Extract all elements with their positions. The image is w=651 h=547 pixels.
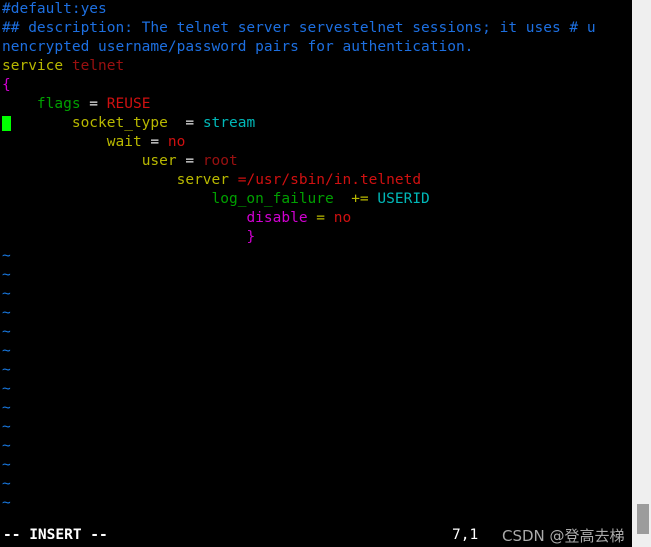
- scrollbar-thumb[interactable]: [637, 504, 649, 534]
- tilde-icon: ~: [2, 286, 11, 302]
- tilde-icon: ~: [2, 438, 11, 454]
- terminal-window[interactable]: #default:yes ## description: The telnet s…: [0, 0, 632, 547]
- tilde-icon: ~: [2, 457, 11, 473]
- code-token: nencrypted username/password pairs for a…: [2, 39, 474, 55]
- code-token: log_on_failure: [211, 191, 334, 207]
- empty-line-marker: ~: [0, 380, 632, 399]
- editor-line[interactable]: nencrypted username/password pairs for a…: [0, 38, 632, 57]
- code-token: =: [80, 96, 107, 112]
- empty-line-marker: ~: [0, 494, 632, 513]
- vim-mode-indicator: -- INSERT --: [3, 527, 108, 543]
- editor-line[interactable]: wait = no: [0, 133, 632, 152]
- empty-line-marker: ~: [0, 437, 632, 456]
- empty-line-marker: ~: [0, 247, 632, 266]
- tilde-icon: ~: [2, 267, 11, 283]
- code-token: wait: [106, 134, 142, 150]
- csdn-watermark: CSDN @登高去梯: [502, 527, 625, 545]
- vim-status-line: -- INSERT -- 7,1 CSDN @登高去梯: [0, 523, 632, 547]
- editor-line[interactable]: log_on_failure += USERID: [0, 190, 632, 209]
- editor-line[interactable]: #default:yes: [0, 0, 632, 19]
- tilde-icon: ~: [2, 343, 11, 359]
- editor-line[interactable]: socket_type = stream: [0, 114, 632, 133]
- editor-line[interactable]: disable = no: [0, 209, 632, 228]
- tilde-icon: ~: [2, 476, 11, 492]
- code-token: {: [2, 77, 11, 93]
- cursor-position-indicator: 7,1: [452, 527, 479, 543]
- empty-line-marker: ~: [0, 418, 632, 437]
- tilde-icon: ~: [2, 495, 11, 511]
- vim-text-buffer[interactable]: #default:yes ## description: The telnet s…: [0, 0, 632, 547]
- editor-line[interactable]: {: [0, 76, 632, 95]
- vim-terminal-screenshot: #default:yes ## description: The telnet s…: [0, 0, 651, 547]
- code-token: =: [316, 210, 326, 226]
- code-token: service: [2, 58, 72, 74]
- code-token: USERID: [377, 191, 430, 207]
- empty-line-marker: ~: [0, 266, 632, 285]
- code-token: no: [167, 134, 186, 150]
- tilde-icon: ~: [2, 400, 11, 416]
- code-token: disable: [246, 210, 308, 226]
- code-token: stream: [202, 115, 256, 131]
- editor-line[interactable]: user = root: [0, 152, 632, 171]
- code-token: =: [185, 115, 195, 131]
- empty-line-marker: ~: [0, 475, 632, 494]
- code-token: flags: [36, 96, 81, 112]
- empty-line-marker: ~: [0, 399, 632, 418]
- code-token: =: [176, 153, 203, 169]
- code-token: server: [176, 172, 229, 188]
- text-cursor: [2, 116, 11, 131]
- code-token: #default:yes: [2, 1, 107, 17]
- code-token: REUSE: [106, 96, 151, 112]
- editor-line[interactable]: server =/usr/sbin/in.telnetd: [0, 171, 632, 190]
- code-token: root: [202, 153, 238, 169]
- editor-line[interactable]: ## description: The telnet server serves…: [0, 19, 632, 38]
- empty-line-marker: ~: [0, 285, 632, 304]
- empty-line-marker: ~: [0, 304, 632, 323]
- editor-line[interactable]: service telnet: [0, 57, 632, 76]
- empty-line-marker: ~: [0, 323, 632, 342]
- code-token: ## description: The telnet server serves…: [2, 20, 596, 36]
- tilde-icon: ~: [2, 248, 11, 264]
- empty-line-marker: ~: [0, 342, 632, 361]
- tilde-icon: ~: [2, 381, 11, 397]
- tilde-icon: ~: [2, 419, 11, 435]
- empty-line-marker: ~: [0, 361, 632, 380]
- code-token: socket_type: [71, 115, 168, 131]
- code-token: +=: [351, 191, 369, 207]
- code-token: =: [141, 134, 168, 150]
- code-token: =/usr/sbin/in.telnetd: [237, 172, 422, 188]
- tilde-icon: ~: [2, 324, 11, 340]
- code-token: }: [246, 229, 256, 245]
- editor-line[interactable]: flags = REUSE: [0, 95, 632, 114]
- editor-line[interactable]: }: [0, 228, 632, 247]
- window-scrollbar[interactable]: [632, 0, 651, 547]
- tilde-icon: ~: [2, 362, 11, 378]
- code-token: telnet: [71, 58, 125, 74]
- code-token: user: [141, 153, 177, 169]
- empty-line-marker: ~: [0, 456, 632, 475]
- code-token: no: [333, 210, 352, 226]
- tilde-icon: ~: [2, 305, 11, 321]
